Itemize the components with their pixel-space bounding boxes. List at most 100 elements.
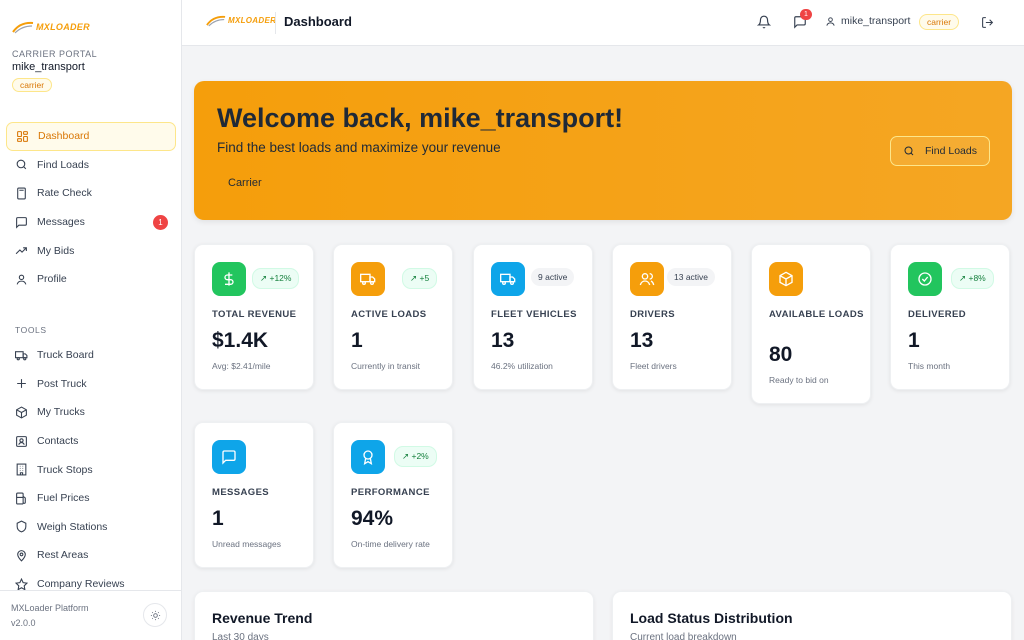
sidebar-item-profile[interactable]: Profile: [6, 265, 176, 294]
check-circle-icon: [908, 262, 942, 296]
trend-badge-value: +5: [419, 273, 430, 283]
stat-card-available-loads[interactable]: AVAILABLE LOADS 80 Ready to bid on: [751, 244, 871, 404]
search-icon: [904, 146, 914, 156]
panel-subtitle: Last 30 days: [212, 632, 269, 640]
sidebar-item-label: My Trucks: [37, 406, 85, 419]
trend-badge: ↗ +5: [402, 268, 438, 289]
sidebar-item-truck-board[interactable]: Truck Board: [6, 341, 176, 370]
logout-button[interactable]: [979, 14, 995, 30]
stat-label: AVAILABLE LOADS: [769, 309, 864, 320]
panel-subtitle: Current load breakdown: [630, 632, 737, 640]
topbar-role-badge: carrier: [919, 14, 960, 30]
stat-card-active-loads[interactable]: ↗ +5 ACTIVE LOADS 1 Currently in transit: [333, 244, 453, 390]
stat-card-total-revenue[interactable]: ↗ +12% TOTAL REVENUE $1.4K Avg: $2.41/mi…: [194, 244, 314, 390]
user-icon: [15, 273, 28, 286]
sidebar-item-weigh-stations[interactable]: Weigh Stations: [6, 513, 176, 542]
stat-value: $1.4K: [212, 329, 269, 352]
sidebar-item-truck-stops[interactable]: Truck Stops: [6, 455, 176, 484]
stat-card-performance[interactable]: ↗ +2% PERFORMANCE 94% On-time delivery r…: [333, 422, 453, 568]
stat-card-drivers[interactable]: 13 active DRIVERS 13 Fleet drivers: [612, 244, 732, 390]
topbar-username: mike_transport: [841, 15, 911, 27]
message-count-badge: 1: [800, 9, 812, 20]
fuel-icon: [15, 492, 28, 505]
sidebar-item-label: Weigh Stations: [37, 520, 108, 533]
topbar-divider: [275, 12, 276, 34]
topbar: MXLOADER Dashboard 1 mike_transport carr…: [182, 0, 1024, 46]
plus-icon: [15, 377, 28, 390]
bell-icon: [757, 15, 771, 29]
stat-value: 13: [491, 329, 515, 352]
stat-value: 13: [630, 329, 654, 352]
load-status-panel: Load Status Distribution Current load br…: [612, 591, 1012, 640]
sidebar-footer: MXLoader Platform v2.0.0: [0, 590, 181, 640]
sidebar-item-label: Post Truck: [37, 377, 87, 390]
panel-title: Revenue Trend: [212, 610, 313, 626]
sidebar-item-my-bids[interactable]: My Bids: [6, 236, 176, 265]
theme-toggle-button[interactable]: [143, 603, 167, 627]
panel-title: Load Status Distribution: [630, 610, 793, 626]
find-loads-button[interactable]: Find Loads: [890, 136, 990, 166]
welcome-role: Carrier: [228, 177, 262, 189]
logout-icon: [981, 16, 993, 28]
stat-label: DRIVERS: [630, 309, 676, 320]
sidebar-item-contacts[interactable]: Contacts: [6, 427, 176, 456]
calculator-icon: [15, 187, 28, 200]
building-icon: [15, 463, 28, 476]
role-badge: carrier: [12, 78, 53, 92]
logo[interactable]: MXLOADER: [12, 18, 90, 36]
stat-label: FLEET VEHICLES: [491, 309, 577, 320]
stat-value: 1: [351, 329, 363, 352]
stat-subtext: 46.2% utilization: [491, 361, 553, 371]
logo-text: MXLOADER: [36, 22, 90, 32]
message-icon: [15, 216, 28, 229]
stat-value: 1: [908, 329, 920, 352]
sidebar-item-fuel-prices[interactable]: Fuel Prices: [6, 484, 176, 513]
message-icon: [212, 440, 246, 474]
sun-icon: [150, 610, 160, 620]
sidebar-item-label: Messages: [37, 216, 85, 229]
sidebar-item-rate-check[interactable]: Rate Check: [6, 179, 176, 208]
star-icon: [15, 577, 28, 591]
stat-label: TOTAL REVENUE: [212, 309, 297, 320]
sidebar-item-dashboard[interactable]: Dashboard: [6, 122, 176, 151]
dollar-icon: [212, 262, 246, 296]
users-icon: [630, 262, 664, 296]
sidebar-item-messages[interactable]: Messages 1: [6, 208, 176, 237]
stat-card-messages[interactable]: MESSAGES 1 Unread messages: [194, 422, 314, 568]
package-icon: [769, 262, 803, 296]
notifications-button[interactable]: [756, 14, 772, 30]
stat-subtext: Fleet drivers: [630, 361, 677, 371]
main-nav: Dashboard Find Loads Rate Check Messages…: [6, 122, 176, 294]
topbar-logo[interactable]: MXLOADER: [206, 14, 276, 27]
sidebar-item-find-loads[interactable]: Find Loads: [6, 151, 176, 180]
trend-badge-value: +8%: [968, 273, 986, 283]
sidebar-item-post-truck[interactable]: Post Truck: [6, 370, 176, 399]
sidebar-item-label: Find Loads: [37, 158, 89, 171]
page-title: Dashboard: [284, 14, 352, 29]
sidebar-item-label: Contacts: [37, 435, 79, 448]
sidebar-item-rest-areas[interactable]: Rest Areas: [6, 541, 176, 570]
stat-label: PERFORMANCE: [351, 487, 430, 498]
sidebar-item-my-trucks[interactable]: My Trucks: [6, 398, 176, 427]
user-menu[interactable]: mike_transport: [825, 15, 910, 27]
stat-subtext: This month: [908, 361, 951, 371]
logo-swoosh-icon: [12, 21, 34, 34]
logo-swoosh-icon: [206, 15, 226, 27]
truck-icon: [15, 349, 28, 362]
sidebar-item-label: My Bids: [37, 244, 75, 257]
box-icon: [15, 406, 28, 419]
sidebar-user-name: mike_transport: [12, 61, 85, 73]
find-loads-label: Find Loads: [925, 145, 977, 157]
stat-value: 1: [212, 507, 224, 530]
truck-icon: [351, 262, 385, 296]
tools-nav: Truck Board Post Truck My Trucks Contact…: [6, 341, 176, 598]
welcome-subtitle: Find the best loads and maximize your re…: [217, 140, 501, 155]
stat-card-delivered[interactable]: ↗ +8% DELIVERED 1 This month: [890, 244, 1010, 390]
sidebar: MXLOADER CARRIER PORTAL mike_transport c…: [0, 0, 182, 640]
dashboard-icon: [16, 130, 29, 143]
welcome-title: Welcome back, mike_transport!: [217, 103, 624, 133]
shield-icon: [15, 520, 28, 533]
stat-label: MESSAGES: [212, 487, 270, 498]
trend-badge-value: +12%: [269, 273, 292, 283]
stat-card-fleet-vehicles[interactable]: 9 active FLEET VEHICLES 13 46.2% utiliza…: [473, 244, 593, 390]
